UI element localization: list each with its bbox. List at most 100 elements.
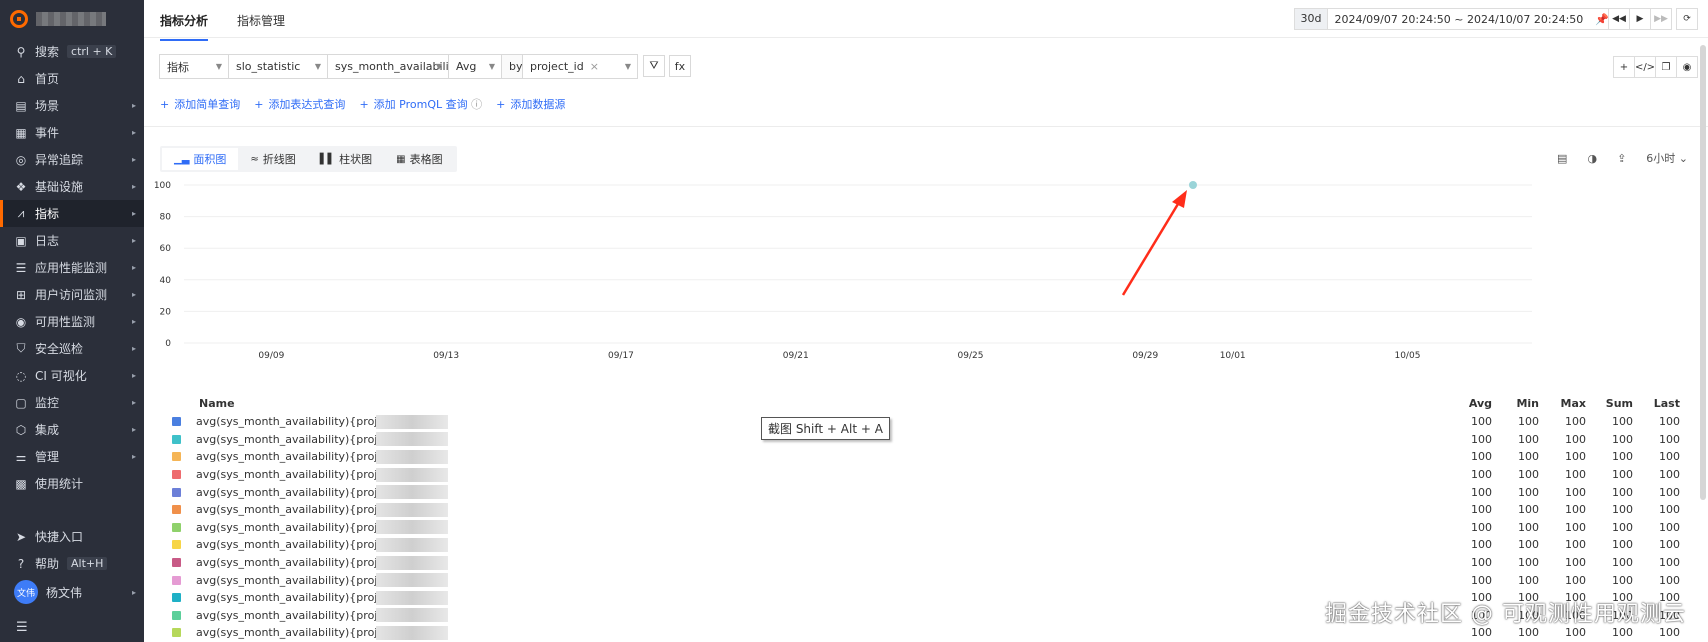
x-tick-label: 09/29 <box>1132 351 1158 361</box>
sidebar-item-scene[interactable]: ▤ 场景 ▸ <box>0 92 144 119</box>
legend-row[interactable]: avg(sys_month_availability){project_id: 1… <box>172 536 1708 554</box>
chevron-right-icon: ▸ <box>131 182 136 191</box>
series-stats: 100 100 100 100 100 <box>1445 556 1680 569</box>
sidebar-item-trace[interactable]: ◎ 异常追踪 ▸ <box>0 146 144 173</box>
stat-value: 100 <box>1612 538 1633 552</box>
legend-row[interactable]: avg(sys_month_availability){project_id: 1… <box>172 483 1708 501</box>
stat-value: 100 <box>1565 468 1586 482</box>
sidebar-quick-entry[interactable]: ➤ 快捷入口 <box>0 523 144 550</box>
sidebar-item-security[interactable]: ⛉ 安全巡检 ▸ <box>0 335 144 362</box>
annotation-arrow-head <box>1171 190 1187 208</box>
legend-row[interactable]: avg(sys_month_availability){project_id: 1… <box>172 554 1708 572</box>
sidebar-item-label: 集成 <box>35 423 60 437</box>
workspace-header[interactable] <box>0 0 144 38</box>
legend-row[interactable]: avg(sys_month_availability){project_id: 1… <box>172 466 1708 484</box>
rewind-icon[interactable]: ◀◀ <box>1608 8 1630 30</box>
chevron-down-icon: ▼ <box>314 62 321 71</box>
data-point[interactable] <box>1188 181 1197 189</box>
close-icon[interactable]: × <box>590 60 599 73</box>
scrollbar[interactable] <box>1700 45 1706 500</box>
sidebar-item-integration[interactable]: ⬡ 集成 ▸ <box>0 416 144 443</box>
sidebar-search[interactable]: ⚲ 搜索 ctrl + K <box>0 38 144 65</box>
stat-header-min[interactable]: Min <box>1492 397 1539 410</box>
add-link-0[interactable]: + 添加简单查询 <box>160 96 240 112</box>
legend-row[interactable]: avg(sys_month_availability){project_id: 1… <box>172 519 1708 537</box>
add-link-1[interactable]: + 添加表达式查询 <box>254 96 345 112</box>
sidebar-user[interactable]: 文伟 杨文伟 ▸ <box>0 577 144 607</box>
stat-header-last[interactable]: Last <box>1633 397 1680 410</box>
eye-icon[interactable]: ◉ <box>1676 56 1698 78</box>
series-stats: 100 100 100 100 100 <box>1445 503 1680 516</box>
query-type-select[interactable]: 指标 ▼ <box>159 54 229 79</box>
stat-value: 100 <box>1471 450 1492 464</box>
monitor-icon: ▢ <box>15 395 27 410</box>
copy-icon[interactable]: ❐ <box>1655 56 1677 78</box>
filter-icon[interactable]: ⛛ <box>643 55 665 77</box>
stat-value: 100 <box>1471 538 1492 552</box>
sidebar-help[interactable]: ? 帮助 Alt+H <box>0 550 144 577</box>
sidebar-item-availability[interactable]: ◉ 可用性监测 ▸ <box>0 308 144 335</box>
stat-value: 100 <box>1471 468 1492 482</box>
function-button[interactable]: fx <box>669 55 691 77</box>
sidebar-item-ci[interactable]: ◌ CI 可视化 ▸ <box>0 362 144 389</box>
series-name: avg(sys_month_availability){project_id: <box>196 626 376 640</box>
aggregation-select[interactable]: Avg ▼ <box>448 54 502 79</box>
add-icon[interactable]: + <box>1613 56 1635 78</box>
sidebar-item-label: 可用性监测 <box>35 315 96 329</box>
chart-tab-3[interactable]: ▦ 表格图 <box>384 148 454 170</box>
export-icon[interactable]: ⇪ <box>1617 152 1626 165</box>
chevron-right-icon: ▸ <box>131 263 136 272</box>
stat-header-avg[interactable]: Avg <box>1445 397 1492 410</box>
collapse-menu-icon[interactable]: ☰ <box>16 620 28 635</box>
code-icon[interactable]: </> <box>1634 56 1656 78</box>
series-name: avg(sys_month_availability){project_id: <box>196 556 376 570</box>
stat-value: 100 <box>1471 432 1492 446</box>
stat-value: 100 <box>1612 432 1633 446</box>
sidebar-item-manage[interactable]: ⚌ 管理 ▸ <box>0 443 144 470</box>
group-by-select[interactable]: project_id × ▼ <box>522 54 638 79</box>
help-shortcut: Alt+H <box>67 557 108 570</box>
tab-metric-management[interactable]: 指标管理 <box>237 12 285 29</box>
series-stats: 100 100 100 100 100 <box>1445 486 1680 499</box>
play-icon[interactable]: ▶ <box>1629 8 1651 30</box>
sidebar-item-log[interactable]: ▣ 日志 ▸ <box>0 227 144 254</box>
chevron-right-icon: ▸ <box>131 128 136 137</box>
fast-forward-icon[interactable]: ▶▶ <box>1650 8 1672 30</box>
add-link-3[interactable]: + 添加数据源 <box>496 96 565 112</box>
sidebar-item-label: 异常追踪 <box>35 153 84 167</box>
sidebar-item-label: CI 可视化 <box>35 369 87 383</box>
chevron-right-icon: ▸ <box>131 101 136 110</box>
sidebar-item-monitor[interactable]: ▢ 监控 ▸ <box>0 389 144 416</box>
measurement-select[interactable]: slo_statistic ▼ <box>228 54 328 79</box>
tab-metric-analysis[interactable]: 指标分析 <box>160 12 209 41</box>
chart-tab-1[interactable]: ≈ 折线图 <box>238 148 307 170</box>
sidebar-item-usage[interactable]: ▩ 使用统计 <box>0 470 144 497</box>
sidebar-item-rum[interactable]: ⊞ 用户访问监测 ▸ <box>0 281 144 308</box>
sidebar-item-apm[interactable]: ☰ 应用性能监测 ▸ <box>0 254 144 281</box>
legend-icon[interactable]: ▤ <box>1557 152 1567 165</box>
bar-chart-icon: ▌▌ <box>319 153 336 165</box>
legend-row[interactable]: avg(sys_month_availability){proje 100 100 1… <box>172 413 1708 431</box>
field-select[interactable]: sys_month_availability ▼ <box>327 54 460 79</box>
legend-row[interactable]: avg(sys_month_availability){project_id: 1… <box>172 571 1708 589</box>
sidebar-item-event[interactable]: ▦ 事件 ▸ <box>0 119 144 146</box>
series-stats: 100 100 100 100 100 <box>1445 433 1680 446</box>
sidebar-item-infra[interactable]: ❖ 基础设施 ▸ <box>0 173 144 200</box>
add-link-2[interactable]: + 添加 PromQL 查询 ⓘ <box>359 96 482 112</box>
palette-icon[interactable]: ◑ <box>1587 152 1597 165</box>
stat-header-sum[interactable]: Sum <box>1586 397 1633 410</box>
legend-row[interactable]: avg(sys_month_availability){project_id: 1… <box>172 431 1708 449</box>
legend-row[interactable]: avg(sys_month_availability){project_id: 1… <box>172 501 1708 519</box>
interval-select[interactable]: 6小时 ⌄ <box>1646 150 1688 166</box>
chart-tab-0[interactable]: ▁▃ 面积图 <box>162 148 239 170</box>
series-stats: 100 100 100 100 100 <box>1445 415 1680 428</box>
sidebar-item-metric[interactable]: ⩘ 指标 ▸ <box>0 200 144 227</box>
stat-header-max[interactable]: Max <box>1539 397 1586 410</box>
stat-value: 100 <box>1518 432 1539 446</box>
chart-tab-2[interactable]: ▌▌ 柱状图 <box>308 148 384 170</box>
refresh-icon[interactable]: ⟳ <box>1676 8 1698 30</box>
time-range-picker[interactable]: 30d 2024/09/07 20:24:50 ~ 2024/10/07 20:… <box>1293 8 1616 30</box>
help-circle-icon[interactable]: ⓘ <box>471 98 482 111</box>
sidebar-item-home[interactable]: ⌂ 首页 <box>0 65 144 92</box>
legend-row[interactable]: avg(sys_month_availability){project_id: 1… <box>172 448 1708 466</box>
